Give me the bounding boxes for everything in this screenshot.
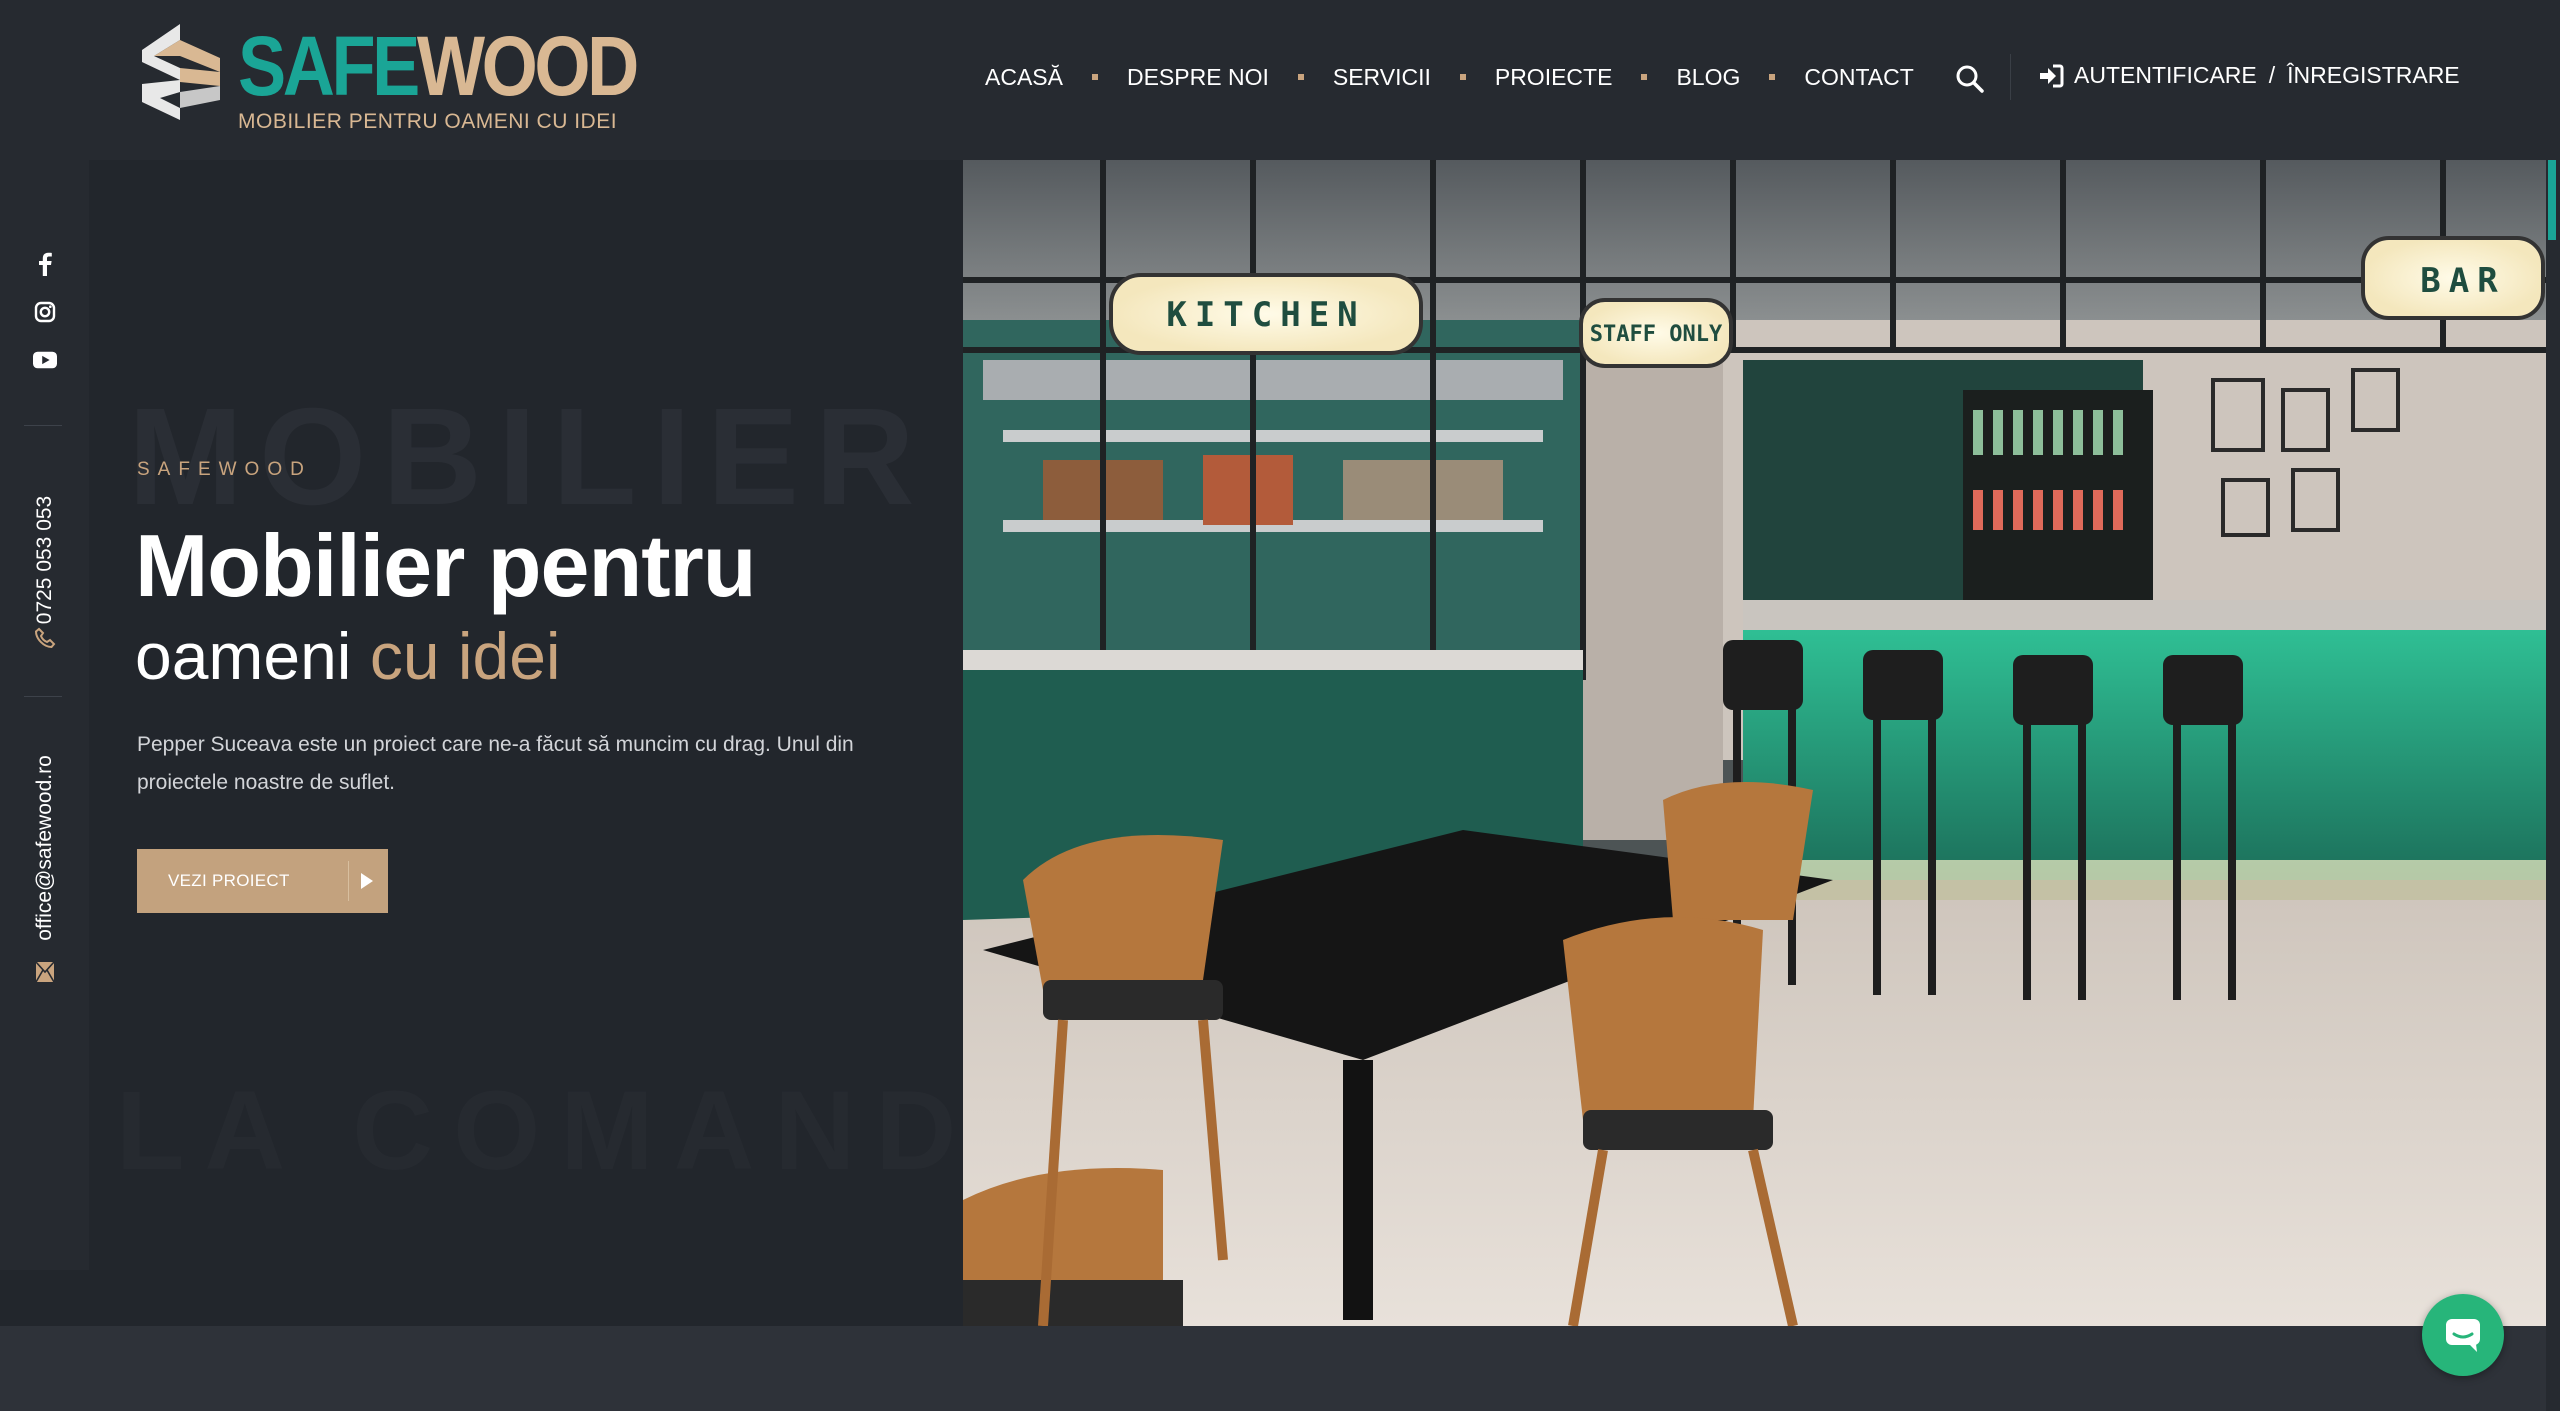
nav-item-blog[interactable]: BLOG xyxy=(1676,64,1740,91)
hero-image: KITCHEN STAFF ONLY BAR xyxy=(963,160,2546,1326)
hero-ghost-text-bottom: LA COMANDĂ xyxy=(116,1068,1078,1193)
search-icon[interactable] xyxy=(1953,62,1987,96)
sidebar-divider xyxy=(24,425,62,426)
facebook-icon[interactable] xyxy=(33,252,57,276)
staff-only-sign: STAFF ONLY xyxy=(1590,322,1723,347)
logo-mark-icon xyxy=(142,24,220,120)
nav-item-acasa[interactable]: ACASĂ xyxy=(985,64,1063,91)
nav-separator xyxy=(1459,74,1466,80)
next-section xyxy=(0,1326,2546,1411)
nav-item-despre-noi[interactable]: DESPRE NOI xyxy=(1127,64,1269,91)
view-project-button-label: VEZI PROIECT xyxy=(168,871,290,890)
instagram-icon[interactable] xyxy=(33,300,57,324)
nav-separator xyxy=(1641,74,1648,80)
nav-item-contact[interactable]: CONTACT xyxy=(1804,64,1913,91)
hero-ghost-text-top: MOBILIER xyxy=(128,380,931,534)
hero-title-line2: oameni cu idei xyxy=(135,618,561,694)
main-nav: ACASĂ DESPRE NOI SERVICII PROIECTE BLOG … xyxy=(985,62,1914,92)
phone-number[interactable]: 0725 053 053 xyxy=(33,496,57,624)
site-header: SAFEWOOD MOBILIER PENTRU OAMENI CU IDEI … xyxy=(0,0,2546,160)
youtube-icon[interactable] xyxy=(33,348,57,372)
view-project-button[interactable]: VEZI PROIECT xyxy=(137,849,388,913)
envelope-icon xyxy=(33,960,57,984)
email-address[interactable]: office@safewood.ro xyxy=(33,755,57,941)
chat-icon[interactable] xyxy=(2422,1294,2504,1376)
auth-separator: / xyxy=(2268,62,2276,88)
hero-title-line2-gold: cu idei xyxy=(369,619,561,693)
auth-links: AUTENTIFICARE / ÎNREGISTRARE xyxy=(2038,62,2460,89)
nav-separator xyxy=(1091,74,1098,80)
hero-title-line2-white: oameni xyxy=(135,619,370,693)
hero-title-line1: Mobilier pentru xyxy=(135,516,757,615)
phone-icon xyxy=(33,626,57,650)
nav-separator xyxy=(1769,74,1776,80)
nav-separator xyxy=(1297,74,1304,80)
bar-sign: BAR xyxy=(2420,261,2505,301)
logo-tagline: MOBILIER PENTRU OAMENI CU IDEI xyxy=(238,110,618,133)
register-link[interactable]: ÎNREGISTRARE xyxy=(2287,62,2460,89)
kitchen-sign: KITCHEN xyxy=(1166,295,1365,335)
hero-eyebrow: SAFEWOOD xyxy=(137,459,312,480)
logo-wordmark: SAFEWOOD xyxy=(238,19,639,113)
nav-item-servicii[interactable]: SERVICII xyxy=(1333,64,1431,91)
nav-item-proiecte[interactable]: PROIECTE xyxy=(1495,64,1613,91)
sign-in-icon xyxy=(2040,64,2064,87)
logo[interactable]: SAFEWOOD MOBILIER PENTRU OAMENI CU IDEI xyxy=(140,20,639,138)
scrollbar-thumb[interactable] xyxy=(2548,160,2556,240)
play-arrow-icon xyxy=(361,873,373,889)
header-divider xyxy=(2010,54,2011,100)
login-link[interactable]: AUTENTIFICARE xyxy=(2074,62,2257,89)
sidebar-divider xyxy=(24,696,62,697)
button-divider xyxy=(348,861,349,901)
social-sidebar: 0725 053 053 office@safewood.ro xyxy=(0,160,89,1270)
hero-description: Pepper Suceava este un proiect care ne-a… xyxy=(137,733,854,794)
